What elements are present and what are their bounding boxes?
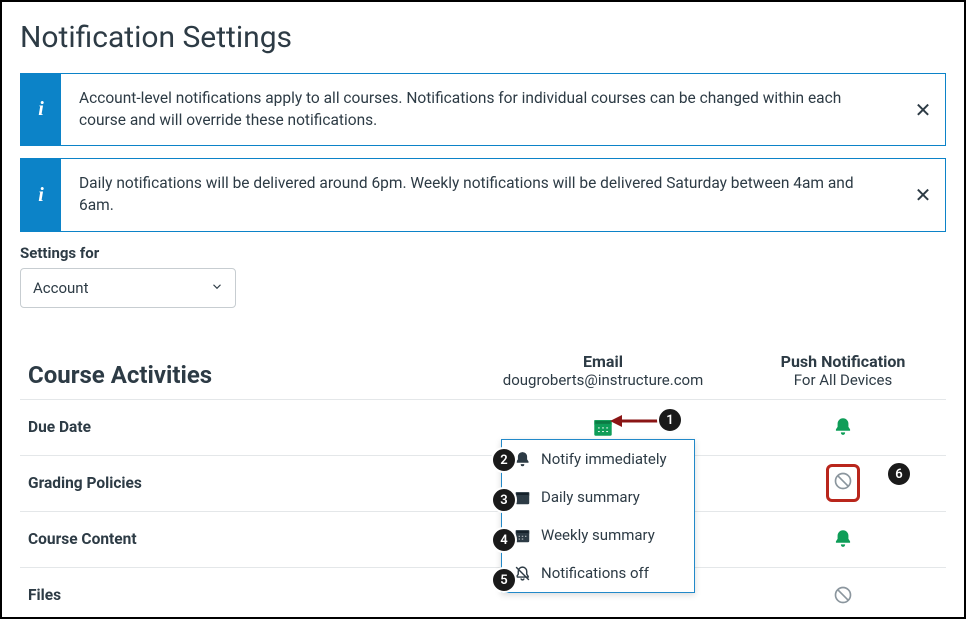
table-row: Course Content — [20, 511, 946, 567]
menu-item-notifications-off[interactable]: Notifications off — [502, 554, 694, 592]
table-row: Grading Policies — [20, 455, 946, 511]
bell-icon[interactable] — [833, 417, 853, 437]
info-icon: i — [21, 74, 61, 145]
info-banner-text: Account-level notifications apply to all… — [61, 74, 901, 145]
menu-item-daily-summary[interactable]: 3 Daily summary — [502, 478, 694, 516]
settings-for-select[interactable]: Account — [20, 268, 236, 308]
svg-text:3: 3 — [521, 496, 525, 503]
column-subheader-email: dougroberts@instructure.com — [458, 371, 748, 389]
info-banner-account-level: i Account-level notifications apply to a… — [20, 73, 946, 146]
row-label-due-date: Due Date — [28, 418, 458, 436]
annotation-marker-5: 5 — [491, 567, 517, 593]
info-banner-text: Daily notifications will be delivered ar… — [61, 159, 901, 230]
column-header-push: Push Notification — [748, 352, 938, 371]
annotation-marker-1: 1 — [657, 407, 683, 433]
section-title: Course Activities — [28, 361, 458, 389]
settings-for-value: Account — [20, 268, 236, 308]
info-icon: i — [21, 159, 61, 230]
menu-item-label: Weekly summary — [541, 526, 655, 544]
annotation-arrow — [610, 412, 660, 430]
row-label-files: Files — [28, 586, 458, 604]
table-row: Due Date — [20, 399, 946, 455]
row-label-grading-policies: Grading Policies — [28, 474, 458, 492]
table-row: Files — [20, 567, 946, 619]
notification-frequency-menu: Notify immediately 3 Daily summary Weekl… — [501, 439, 695, 593]
menu-item-label: Notify immediately — [541, 450, 667, 468]
highlighted-setting — [826, 464, 860, 502]
page-title: Notification Settings — [20, 20, 946, 55]
row-label-course-content: Course Content — [28, 530, 458, 548]
annotation-marker-3: 3 — [491, 487, 517, 513]
close-icon[interactable]: ✕ — [901, 159, 945, 230]
info-banner-schedule: i Daily notifications will be delivered … — [20, 158, 946, 231]
close-icon[interactable]: ✕ — [901, 74, 945, 145]
annotation-marker-2: 2 — [491, 447, 517, 473]
column-subheader-push: For All Devices — [748, 371, 938, 389]
menu-item-label: Notifications off — [541, 564, 649, 582]
bell-icon[interactable] — [833, 529, 853, 549]
notifications-off-icon[interactable] — [833, 585, 853, 605]
annotation-marker-4: 4 — [491, 527, 517, 553]
menu-item-label: Daily summary — [541, 488, 640, 506]
menu-item-notify-immediately[interactable]: Notify immediately — [502, 440, 694, 478]
annotation-marker-6: 6 — [886, 461, 912, 487]
menu-item-weekly-summary[interactable]: Weekly summary — [502, 516, 694, 554]
settings-for-label: Settings for — [20, 244, 946, 262]
column-header-email: Email — [458, 352, 748, 371]
notifications-off-icon[interactable] — [833, 471, 853, 491]
